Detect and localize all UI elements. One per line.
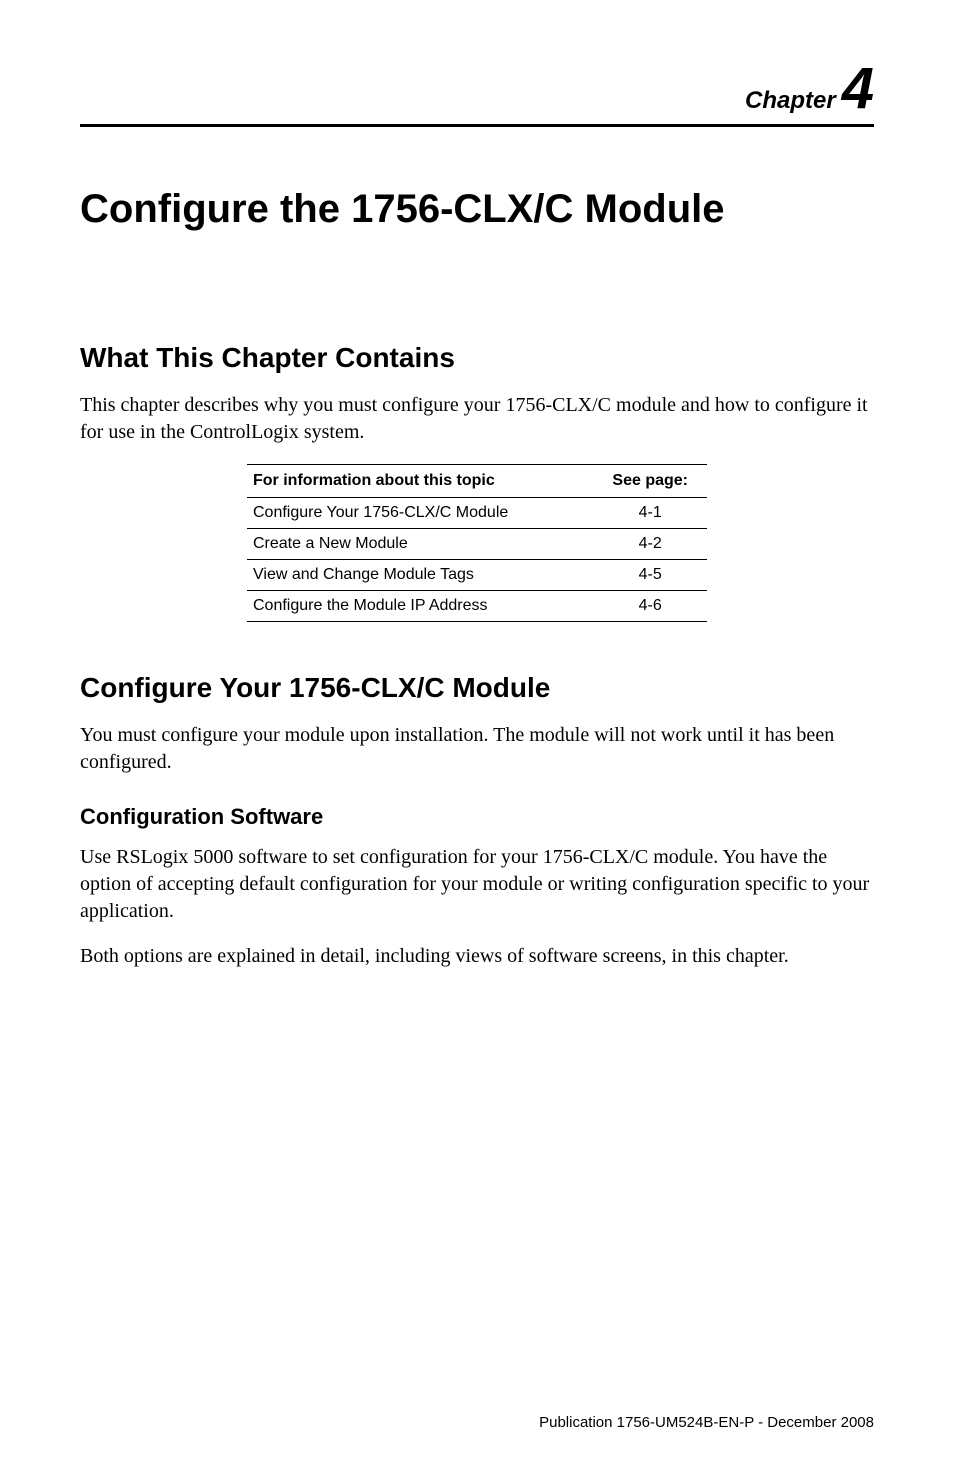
page-title: Configure the 1756-CLX/C Module — [80, 187, 874, 232]
section2-paragraph: You must configure your module upon inst… — [80, 722, 874, 776]
th-page: See page: — [593, 465, 707, 498]
table-header-row: For information about this topic See pag… — [247, 465, 707, 498]
cell-page: 4-5 — [593, 560, 707, 591]
cell-topic: Create a New Module — [247, 529, 593, 560]
subsection-paragraph-1: Use RSLogix 5000 software to set configu… — [80, 844, 874, 925]
cell-page: 4-6 — [593, 591, 707, 622]
header-divider — [80, 124, 874, 127]
table-row: Configure Your 1756-CLX/C Module 4-1 — [247, 498, 707, 529]
th-topic: For information about this topic — [247, 465, 593, 498]
subsection-config-software: Configuration Software — [80, 804, 874, 830]
chapter-header: Chapter4 — [80, 60, 874, 118]
section-configure-module: Configure Your 1756-CLX/C Module — [80, 672, 874, 704]
cell-topic: View and Change Module Tags — [247, 560, 593, 591]
chapter-label: Chapter — [745, 87, 836, 114]
table-row: Create a New Module 4-2 — [247, 529, 707, 560]
table-row: View and Change Module Tags 4-5 — [247, 560, 707, 591]
cell-page: 4-2 — [593, 529, 707, 560]
publication-footer: Publication 1756-UM524B-EN-P - December … — [539, 1414, 874, 1431]
cell-page: 4-1 — [593, 498, 707, 529]
section1-paragraph: This chapter describes why you must conf… — [80, 392, 874, 446]
cell-topic: Configure the Module IP Address — [247, 591, 593, 622]
chapter-number: 4 — [842, 56, 874, 121]
table-row: Configure the Module IP Address 4-6 — [247, 591, 707, 622]
cell-topic: Configure Your 1756-CLX/C Module — [247, 498, 593, 529]
subsection-paragraph-2: Both options are explained in detail, in… — [80, 943, 874, 970]
topic-table: For information about this topic See pag… — [247, 464, 707, 622]
section-what-contains: What This Chapter Contains — [80, 342, 874, 374]
